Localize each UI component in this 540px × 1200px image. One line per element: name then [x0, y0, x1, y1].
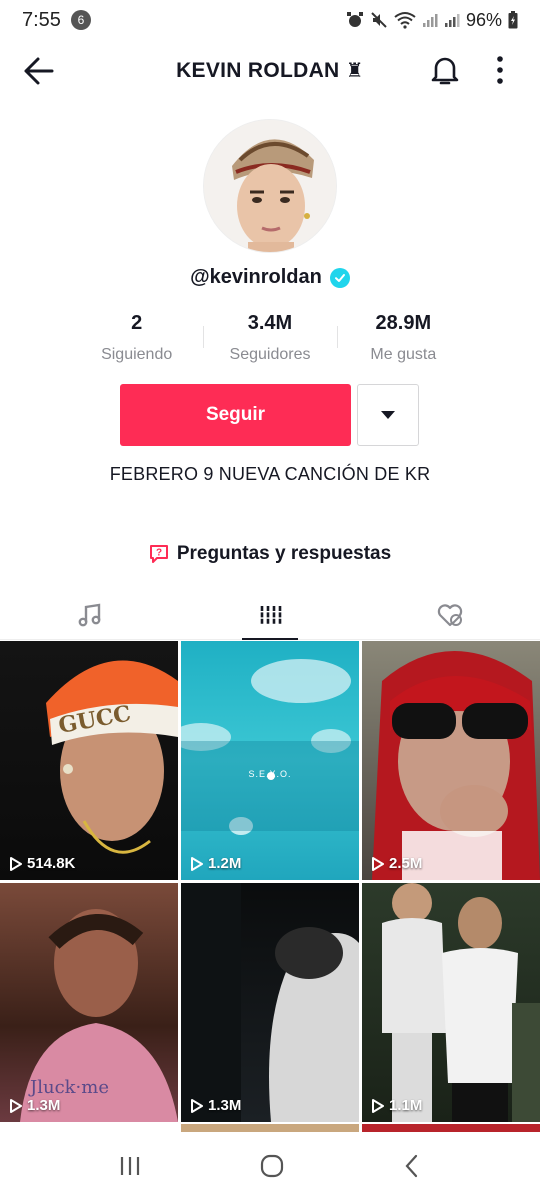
stat-label: Seguidores	[229, 346, 311, 363]
stat-likes[interactable]: 28.9M Me gusta	[336, 312, 470, 364]
play-icon	[10, 856, 22, 871]
video-overlay-text: S.E.X.O.	[248, 769, 292, 779]
video-thumbnail[interactable]: 1.1M	[362, 883, 540, 1122]
view-count: 1.3M	[10, 1097, 60, 1114]
tab-music[interactable]	[0, 590, 180, 639]
home-icon[interactable]	[259, 1153, 285, 1179]
more-options-icon[interactable]	[492, 54, 508, 86]
tab-videos[interactable]	[180, 590, 360, 640]
stat-value: 28.9M	[375, 312, 432, 334]
play-icon	[191, 856, 203, 871]
thumbnail-edge	[0, 1124, 178, 1132]
thumbnail-edge	[362, 1124, 540, 1132]
caret-down-icon	[381, 411, 395, 419]
next-row-peek	[0, 1124, 540, 1132]
wifi-icon	[394, 12, 416, 29]
notification-count-badge: 6	[70, 10, 91, 30]
chess-piece-emoji: ♜	[345, 60, 364, 82]
video-thumbnail[interactable]: 2.5M	[362, 641, 540, 880]
qa-link[interactable]: ? Preguntas y respuestas	[0, 543, 540, 565]
view-count: 1.1M	[372, 1097, 422, 1114]
thumbnail-image: GUCC	[46, 660, 178, 854]
signal-icon	[444, 14, 460, 27]
battery-charging-icon	[508, 11, 518, 29]
thumbnail-image	[382, 883, 540, 1122]
back-icon[interactable]	[402, 1154, 422, 1178]
status-time: 7:55	[22, 8, 61, 31]
play-icon	[191, 1098, 203, 1113]
profile-bio: FEBRERO 9 NUEVA CANCIÓN DE KR	[109, 464, 431, 484]
view-count-text: 1.1M	[389, 1097, 423, 1114]
thumbnail-image	[181, 659, 359, 835]
status-bar: 7:55 6 96%	[0, 0, 540, 40]
signal-icon	[422, 14, 438, 27]
view-count-text: 2.5M	[389, 855, 423, 872]
video-grid: GUCC 514.8K S.E.X.O. 1.2M 2.5M Jluck·me …	[0, 641, 540, 1122]
suggested-accounts-button[interactable]	[357, 384, 419, 446]
view-count: 2.5M	[372, 855, 422, 872]
tab-liked[interactable]	[360, 590, 540, 639]
view-count-text: 514.8K	[27, 855, 76, 872]
profile-header: KEVIN ROLDAN ♜	[0, 40, 540, 102]
stat-label: Siguiendo	[101, 346, 173, 363]
battery-percent: 96%	[465, 9, 502, 30]
view-count-text: 1.3M	[27, 1097, 61, 1114]
verified-badge-icon	[329, 267, 350, 288]
content-tabs	[0, 590, 540, 640]
play-icon	[372, 1098, 384, 1113]
avatar-image	[204, 120, 336, 252]
follow-button[interactable]: Seguir	[120, 384, 351, 446]
status-icons: 96%	[346, 10, 518, 31]
svg-text:?: ?	[156, 548, 162, 559]
username-row: @kevinroldan	[0, 266, 540, 289]
hidden-heart-icon	[437, 603, 463, 626]
view-count-text: 1.2M	[208, 855, 242, 872]
music-note-icon	[78, 603, 101, 626]
stat-followers[interactable]: 3.4M Seguidores	[203, 312, 336, 364]
view-count: 514.8K	[10, 855, 75, 872]
stat-following[interactable]: 2 Siguiendo	[70, 312, 203, 364]
thumbnail-image	[181, 883, 359, 1122]
play-icon	[372, 856, 384, 871]
svg-text:Jluck·me: Jluck·me	[28, 1077, 109, 1098]
stat-value: 3.4M	[247, 312, 293, 334]
username: @kevinroldan	[190, 266, 322, 288]
thumbnail-image	[372, 651, 540, 880]
video-thumbnail[interactable]: Jluck·me 1.3M	[0, 883, 178, 1122]
alarm-icon	[346, 12, 363, 27]
grid-icon	[260, 605, 282, 624]
qa-label: Preguntas y respuestas	[176, 543, 392, 564]
thumbnail-image: Jluck·me	[20, 909, 178, 1122]
mute-icon	[371, 12, 387, 28]
profile-stats: 2 Siguiendo 3.4M Seguidores 28.9M Me gus…	[70, 312, 470, 364]
view-count-text: 1.3M	[208, 1097, 242, 1114]
video-thumbnail[interactable]: S.E.X.O. 1.2M	[181, 641, 359, 880]
video-thumbnail[interactable]: GUCC 514.8K	[0, 641, 178, 880]
video-thumbnail[interactable]: 1.3M	[181, 883, 359, 1122]
view-count: 1.3M	[191, 1097, 241, 1114]
question-bubble-icon: ?	[149, 545, 168, 563]
system-nav-bar	[0, 1132, 540, 1200]
title-text: KEVIN ROLDAN	[176, 59, 340, 82]
stat-label: Me gusta	[370, 346, 437, 363]
stat-value: 2	[131, 312, 143, 334]
bell-icon[interactable]	[430, 54, 460, 86]
view-count: 1.2M	[191, 855, 241, 872]
avatar[interactable]	[203, 119, 337, 253]
thumbnail-edge	[181, 1124, 359, 1132]
recent-apps-icon[interactable]	[118, 1154, 142, 1178]
play-icon	[10, 1098, 22, 1113]
